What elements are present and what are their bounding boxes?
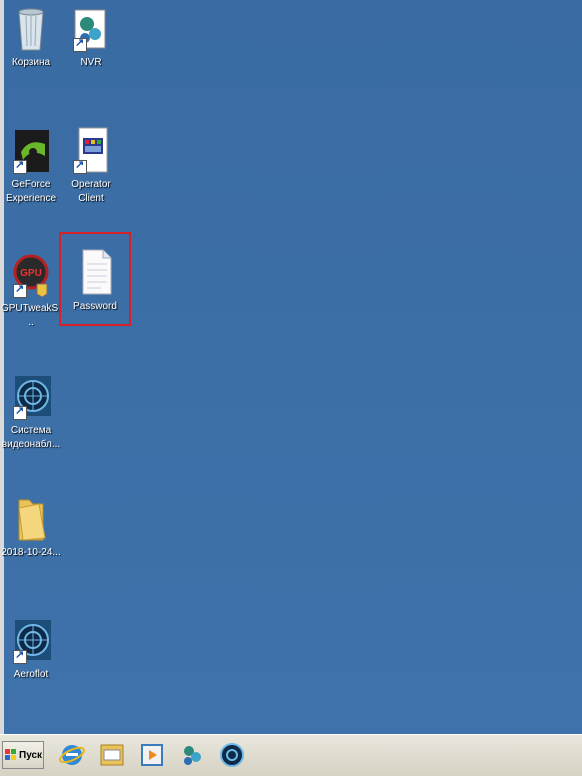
gputweak-icon: GPU — [11, 250, 51, 298]
svg-text:GPU: GPU — [20, 268, 42, 279]
desktop-icon-operator-client[interactable]: Operator Client — [60, 126, 122, 206]
text-file-icon — [75, 248, 115, 296]
aeroflot-icon — [11, 616, 51, 664]
desktop-icon-sistema-videonabl[interactable]: Система видеонабл... — [0, 372, 62, 452]
nvr-icon — [71, 4, 111, 52]
nvr-taskbar-icon[interactable] — [178, 741, 206, 769]
geforce-experience-icon — [11, 126, 51, 174]
camera-system-taskbar-icon[interactable] — [218, 741, 246, 769]
icon-label: Aeroflot — [13, 669, 49, 680]
icon-label: GeForce Experience — [5, 179, 57, 204]
desktop-icon-gputweak[interactable]: GPU GPUTweakS... — [0, 250, 62, 330]
media-player-icon[interactable] — [138, 741, 166, 769]
desktop-icon-aeroflot[interactable]: Aeroflot — [0, 616, 62, 682]
shortcut-arrow-icon — [13, 158, 27, 174]
shortcut-arrow-icon — [13, 282, 27, 298]
shortcut-arrow-icon — [73, 36, 87, 52]
start-button[interactable]: Пуск — [2, 741, 44, 769]
taskbar: Пуск — [0, 734, 582, 776]
operator-client-icon — [71, 126, 111, 174]
desktop-icon-folder-2018[interactable]: 2018-10-24... — [0, 494, 62, 560]
desktop — [0, 0, 582, 734]
windows-logo-icon — [5, 749, 16, 760]
icon-label: Operator Client — [71, 179, 111, 204]
recycle-bin-icon — [11, 4, 51, 52]
show-desktop-icon[interactable] — [98, 741, 126, 769]
desktop-icon-password[interactable]: Password — [64, 248, 126, 314]
folder-icon — [11, 494, 51, 542]
icon-label: Password — [73, 301, 117, 312]
shortcut-arrow-icon — [13, 648, 27, 664]
icon-label: NVR — [80, 57, 102, 68]
internet-explorer-icon[interactable] — [58, 741, 86, 769]
start-label: Пуск — [19, 749, 43, 761]
icon-label: 2018-10-24... — [1, 547, 61, 558]
camera-system-icon — [11, 372, 51, 420]
icon-label: Система видеонабл... — [1, 425, 61, 450]
desktop-icon-nvr[interactable]: NVR — [60, 4, 122, 70]
icon-label: GPUTweakS... — [0, 303, 62, 328]
shortcut-arrow-icon — [73, 158, 87, 174]
shortcut-arrow-icon — [13, 404, 27, 420]
desktop-icon-recycle-bin[interactable]: Корзина — [0, 4, 62, 70]
icon-label: Корзина — [11, 57, 51, 68]
desktop-icon-geforce-experience[interactable]: GeForce Experience — [0, 126, 62, 206]
